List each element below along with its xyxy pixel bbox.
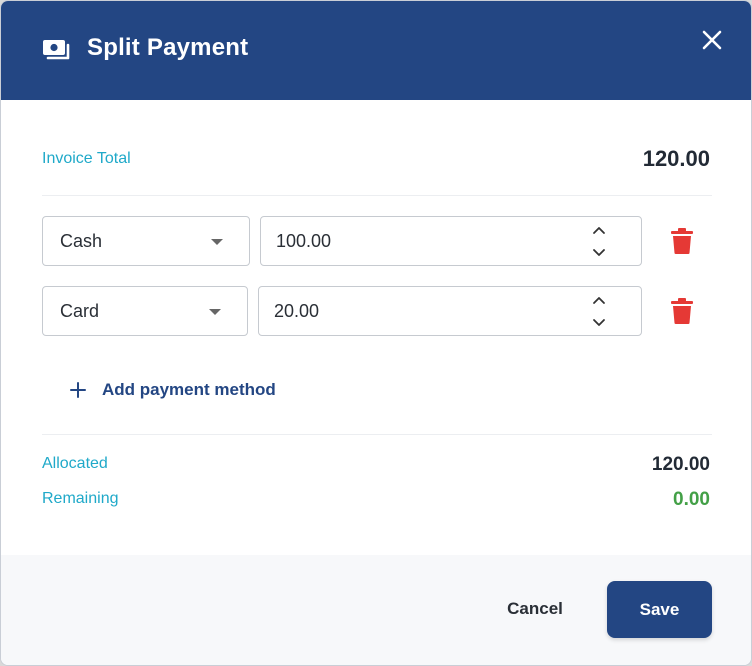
payment-amount-input[interactable]: [260, 216, 642, 266]
split-payment-dialog: Split Payment Invoice Total 120.00 Cash …: [0, 0, 752, 666]
payment-method-value: Card: [60, 301, 100, 321]
trash-icon[interactable]: [671, 298, 693, 324]
spinner-arrows-icon[interactable]: [591, 221, 607, 261]
dialog-header: Split Payment: [1, 1, 751, 100]
payment-method-select[interactable]: Card: [42, 286, 248, 336]
trash-icon[interactable]: [671, 228, 693, 254]
remaining-value: 0.00: [673, 489, 710, 510]
add-payment-method-label: Add payment method: [102, 380, 276, 399]
close-icon[interactable]: [700, 28, 724, 52]
divider: [42, 195, 712, 196]
remaining-label: Remaining: [42, 490, 119, 507]
plus-icon: [70, 382, 86, 398]
divider: [42, 434, 712, 435]
allocated-label: Allocated: [42, 455, 108, 472]
cancel-button[interactable]: Cancel: [491, 589, 579, 629]
money-icon: [43, 40, 70, 60]
allocated-value: 120.00: [651, 454, 710, 475]
spinner-arrows-icon[interactable]: [591, 291, 607, 331]
payment-method-value: Cash: [60, 231, 103, 251]
add-payment-method-button[interactable]: Add payment method: [69, 378, 276, 402]
caret-down-icon: [211, 239, 223, 245]
dialog-footer: Cancel Save: [1, 555, 751, 665]
payment-amount-input[interactable]: [258, 286, 642, 336]
invoice-total-value: 120.00: [642, 146, 710, 171]
payment-method-select[interactable]: Cash: [42, 216, 250, 266]
save-button[interactable]: Save: [607, 581, 712, 638]
dialog-title: Split Payment: [87, 34, 249, 61]
caret-down-icon: [209, 309, 221, 315]
invoice-total-label: Invoice Total: [42, 150, 131, 167]
